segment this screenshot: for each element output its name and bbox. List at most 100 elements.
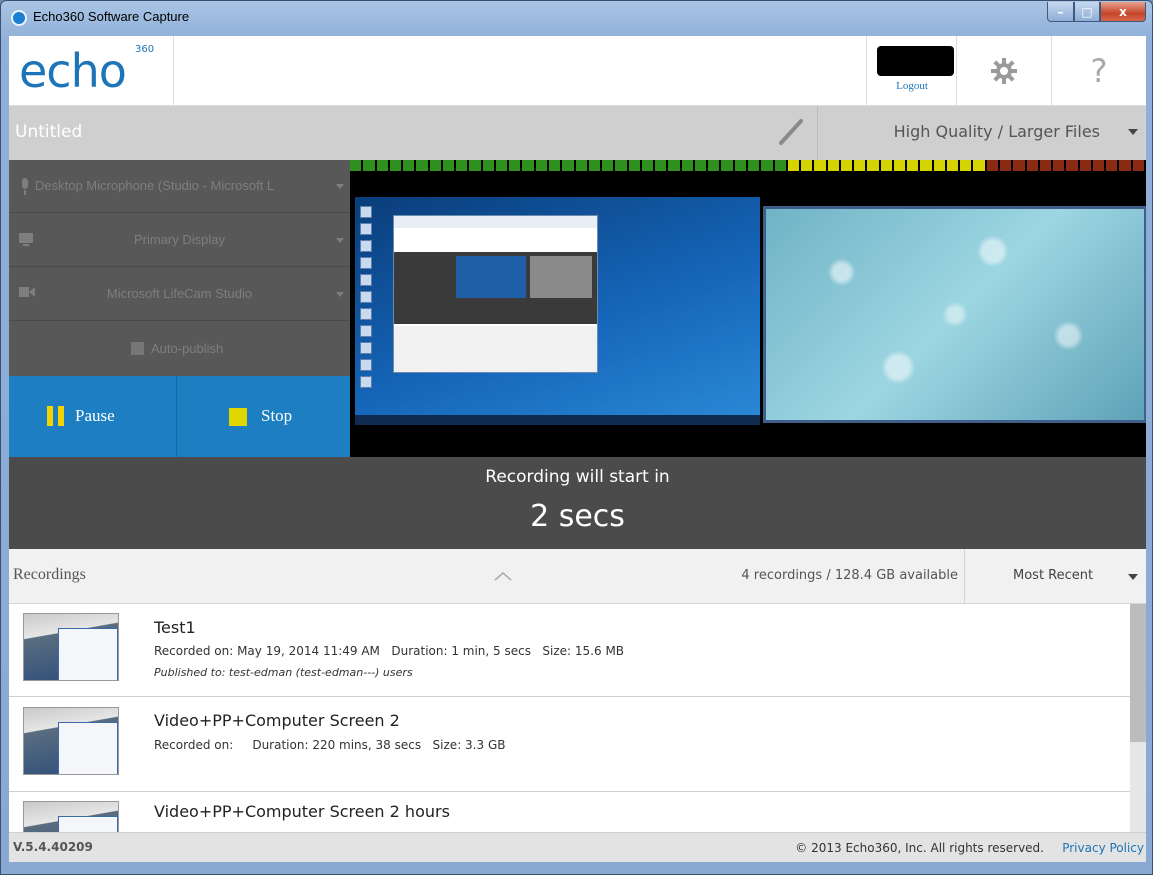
recording-name: Test1 <box>154 618 196 637</box>
countdown-value: 2 secs <box>530 499 625 534</box>
recording-title-input[interactable]: Untitled <box>15 122 82 142</box>
camera-preview <box>763 206 1146 423</box>
meter-segment <box>973 160 985 171</box>
sort-dropdown[interactable]: Most Recent <box>964 549 1146 604</box>
meter-segment <box>946 160 959 171</box>
minimize-button[interactable]: – <box>1047 2 1074 22</box>
logout-link[interactable]: Logout <box>867 80 957 92</box>
recording-meta: Recorded on: May 19, 2014 11:49 AM Durat… <box>154 644 625 658</box>
meter-segment <box>416 160 428 171</box>
display-label: Primary Display <box>133 232 225 247</box>
meter-segment <box>350 160 362 171</box>
recordings-scrollbar[interactable] <box>1130 604 1146 832</box>
recording-thumbnail <box>23 613 119 681</box>
meter-segment <box>1000 160 1012 171</box>
meter-segment <box>469 160 481 171</box>
meter-segment <box>1119 160 1131 171</box>
meter-segment <box>1132 160 1144 171</box>
microphone-select[interactable]: Desktop Microphone (Studio - Microsoft L <box>9 160 350 213</box>
footer: V.5.4.40209 © 2013 Echo360, Inc. All rig… <box>9 832 1146 862</box>
meter-segment <box>920 160 932 171</box>
meter-segment <box>880 160 892 171</box>
window-title: Echo360 Software Capture <box>33 9 190 24</box>
meter-segment <box>1079 160 1091 171</box>
meter-segment <box>960 160 972 171</box>
recording-item[interactable]: Video+PP+Computer Screen 2 hours <box>9 792 1130 832</box>
meter-segment <box>509 160 521 171</box>
privacy-policy-link[interactable]: Privacy Policy <box>1062 841 1144 855</box>
meter-segment <box>681 160 693 171</box>
meter-segment <box>801 160 813 171</box>
maximize-icon: □ <box>1081 4 1093 19</box>
meter-segment <box>827 160 839 171</box>
dropdown-caret-icon <box>336 292 344 297</box>
gear-icon <box>991 58 1017 84</box>
camera-select[interactable]: Microsoft LifeCam Studio <box>9 268 350 321</box>
meter-segment <box>522 160 534 171</box>
dropdown-caret-icon <box>336 184 344 189</box>
meter-segment <box>1053 160 1065 171</box>
logo: echo 360 <box>9 36 174 106</box>
meter-segment <box>655 160 667 171</box>
recording-name: Video+PP+Computer Screen 2 hours <box>154 802 450 821</box>
pause-button[interactable]: Pause <box>9 376 177 457</box>
preview-taskbar <box>355 415 760 425</box>
recording-item[interactable]: Video+PP+Computer Screen 2 Recorded on: … <box>9 697 1130 792</box>
scrollbar-thumb[interactable] <box>1130 604 1146 742</box>
chevron-up-icon[interactable] <box>494 571 512 581</box>
dropdown-caret-icon <box>1128 574 1138 580</box>
stop-label: Stop <box>261 406 293 425</box>
dropdown-caret-icon <box>336 238 344 243</box>
recording-meta: Recorded on: Duration: 220 mins, 38 secs… <box>154 738 506 752</box>
dropdown-caret-icon <box>1128 129 1138 135</box>
meter-segment <box>363 160 375 171</box>
logo-superscript: 360 <box>135 44 155 55</box>
maximize-button[interactable]: □ <box>1074 2 1100 22</box>
meter-segment <box>840 160 853 171</box>
meter-segment <box>376 160 388 171</box>
pencil-icon[interactable] <box>775 116 807 148</box>
version-label: V.5.4.40209 <box>13 840 93 854</box>
meter-segment <box>854 160 866 171</box>
meter-segment <box>893 160 906 171</box>
meter-segment <box>721 160 733 171</box>
recording-title-row: Untitled High Quality / Larger Files <box>9 106 1146 160</box>
countdown-banner: Recording will start in 2 secs <box>9 457 1146 549</box>
meter-segment <box>986 160 999 171</box>
meter-segment <box>668 160 680 171</box>
caption-buttons: – □ x <box>1047 2 1146 22</box>
meter-segment <box>1092 160 1105 171</box>
preview-app-window <box>393 215 598 373</box>
pause-icon <box>47 406 65 426</box>
title-bar[interactable]: Echo360 Software Capture – □ x <box>1 1 1152 35</box>
audio-level-meter <box>350 160 1146 171</box>
user-panel: Logout <box>866 36 956 106</box>
recordings-heading: Recordings <box>13 566 86 583</box>
help-button[interactable]: ? <box>1051 36 1146 106</box>
meter-segment <box>575 160 587 171</box>
minimize-icon: – <box>1057 4 1064 19</box>
recording-item[interactable]: Test1 Recorded on: May 19, 2014 11:49 AM… <box>9 604 1130 697</box>
meter-segment <box>1066 160 1078 171</box>
auto-publish-checkbox[interactable]: Auto-publish <box>9 322 350 376</box>
quality-dropdown[interactable]: High Quality / Larger Files <box>817 106 1146 160</box>
sort-value: Most Recent <box>1013 568 1094 583</box>
recording-name: Video+PP+Computer Screen 2 <box>154 711 400 730</box>
quality-value: High Quality / Larger Files <box>893 122 1100 141</box>
countdown-label: Recording will start in <box>485 467 670 487</box>
recordings-header: Recordings 4 recordings / 128.4 GB avail… <box>9 549 1146 604</box>
recordings-list: Test1 Recorded on: May 19, 2014 11:49 AM… <box>9 604 1146 832</box>
meter-segment <box>389 160 402 171</box>
stop-button[interactable]: Stop <box>177 376 350 457</box>
close-button[interactable]: x <box>1100 2 1146 22</box>
meter-segment <box>429 160 441 171</box>
meter-segment <box>761 160 773 171</box>
copyright-text: © 2013 Echo360, Inc. All rights reserved… <box>795 841 1044 855</box>
microphone-icon <box>22 178 28 195</box>
meter-segment <box>562 160 574 171</box>
meter-segment <box>615 160 627 171</box>
microphone-label: Desktop Microphone (Studio - Microsoft L <box>35 178 275 193</box>
settings-button[interactable] <box>956 36 1051 106</box>
display-select[interactable]: Primary Display <box>9 214 350 267</box>
meter-segment <box>933 160 945 171</box>
